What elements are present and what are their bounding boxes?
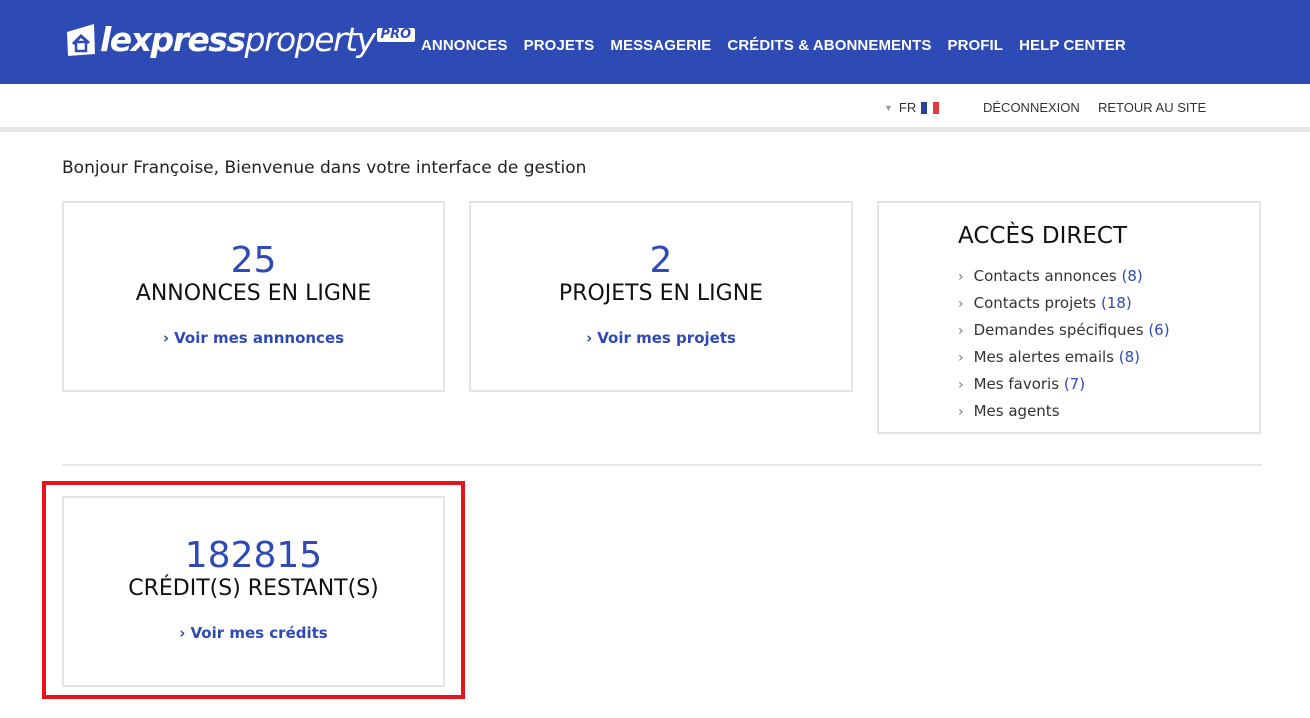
direct-access-item-contacts-annonces[interactable]: › Contacts annonces (8) <box>958 263 1170 290</box>
view-projets-link[interactable]: › Voir mes projets <box>586 329 736 347</box>
annonces-count: 25 <box>230 240 277 281</box>
direct-access-item-demandes-specifiques[interactable]: › Demandes spécifiques (6) <box>958 317 1170 344</box>
logout-link[interactable]: DÉCONNEXION <box>983 100 1080 115</box>
direct-access-item-favoris[interactable]: › Mes favoris (7) <box>958 371 1170 398</box>
direct-access-item-alertes-emails[interactable]: › Mes alertes emails (8) <box>958 344 1170 371</box>
view-annonces-link[interactable]: › Voir mes annnonces <box>163 329 344 347</box>
chevron-right-icon: › <box>958 350 964 366</box>
chevron-right-icon: › <box>958 323 964 339</box>
direct-access-list: › Contacts annonces (8) › Contacts projets… <box>958 263 1170 425</box>
direct-access-title: ACCÈS DIRECT <box>958 223 1128 249</box>
back-to-site-link[interactable]: RETOUR AU SITE <box>1098 100 1206 115</box>
projets-label: PROJETS EN LIGNE <box>558 281 764 306</box>
annonces-card: 25 ANNONCES EN LIGNE › Voir mes annnonces <box>62 201 445 392</box>
chevron-right-icon: › <box>162 329 170 347</box>
top-navigation-bar: lexpressproperty PRO ANNONCES PROJETS ME… <box>0 0 1310 84</box>
direct-access-item-contacts-projets[interactable]: › Contacts projets (18) <box>958 290 1170 317</box>
secondary-bar: ▼ FR DÉCONNEXION RETOUR AU SITE <box>0 84 1310 132</box>
house-logo-icon <box>67 24 95 56</box>
chevron-right-icon: › <box>958 404 964 420</box>
site-logo[interactable]: lexpressproperty PRO <box>64 18 416 66</box>
annonces-label: ANNONCES EN LIGNE <box>135 281 372 306</box>
nav-annonces[interactable]: ANNONCES <box>421 37 508 54</box>
language-selector[interactable]: ▼ FR <box>884 100 940 115</box>
main-nav: ANNONCES PROJETS MESSAGERIE CRÉDITS & AB… <box>421 37 1142 54</box>
france-flag-icon <box>921 101 940 114</box>
chevron-right-icon: › <box>586 329 593 347</box>
caret-down-icon: ▼ <box>884 102 893 113</box>
direct-access-panel: ACCÈS DIRECT › Contacts annonces (8) › Con… <box>877 201 1261 434</box>
chevron-right-icon: › <box>958 269 964 285</box>
welcome-message: Bonjour Françoise, Bienvenue dans votre … <box>62 158 587 178</box>
nav-projets[interactable]: PROJETS <box>524 37 595 54</box>
chevron-right-icon: › <box>958 377 964 393</box>
projets-count: 2 <box>649 240 673 281</box>
direct-access-item-agents[interactable]: › Mes agents <box>958 398 1170 425</box>
nav-help-center[interactable]: HELP CENTER <box>1019 37 1126 54</box>
credits-highlight-box <box>42 481 465 699</box>
language-code: FR <box>898 100 917 115</box>
logo-pro-badge: PRO <box>376 28 416 42</box>
projets-card: 2 PROJETS EN LIGNE › Voir mes projets <box>469 201 853 392</box>
nav-credits-abonnements[interactable]: CRÉDITS & ABONNEMENTS <box>727 37 931 54</box>
chevron-right-icon: › <box>958 296 964 312</box>
section-divider <box>62 464 1262 466</box>
nav-messagerie[interactable]: MESSAGERIE <box>610 37 711 54</box>
logo-wordmark: lexpressproperty <box>100 20 376 59</box>
nav-profil[interactable]: PROFIL <box>947 37 1003 54</box>
